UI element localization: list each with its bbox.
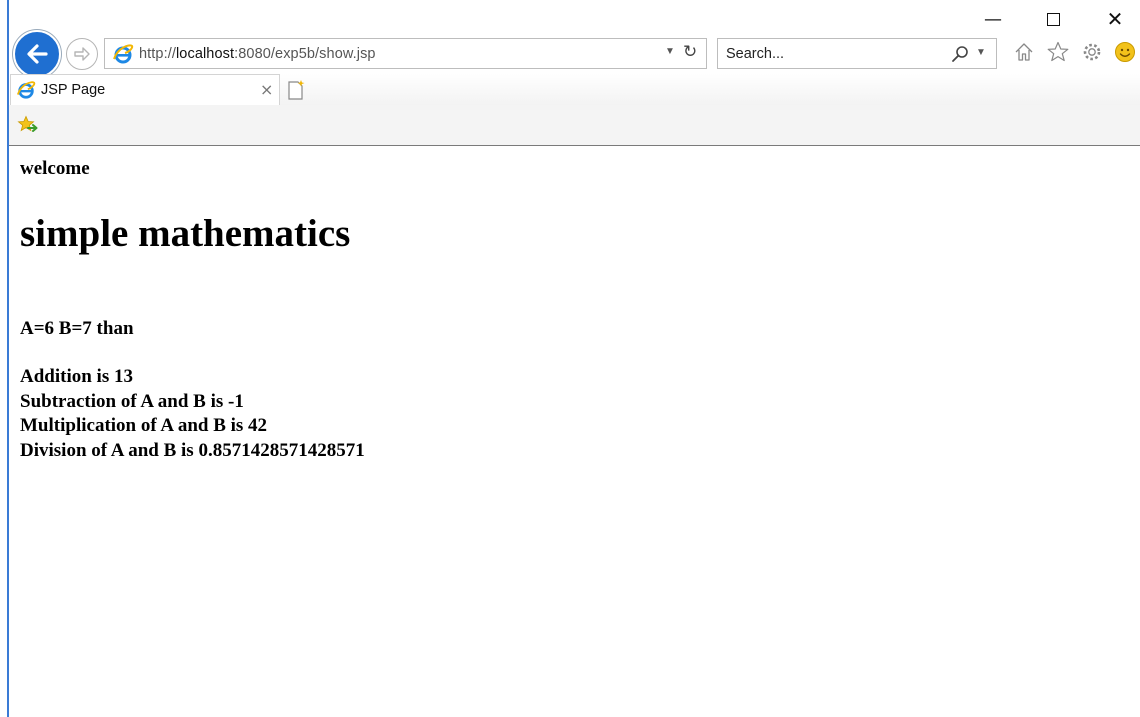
feedback-button[interactable]	[1113, 40, 1137, 64]
favorites-button[interactable]	[1046, 40, 1070, 64]
multiplication-result: Multiplication of A and B is 42	[20, 415, 268, 436]
maximize-button[interactable]	[1038, 6, 1068, 32]
welcome-text: welcome	[20, 158, 90, 179]
tab-strip	[280, 74, 1140, 105]
subtraction-result: Subtraction of A and B is -1	[20, 390, 244, 412]
favorites-bar	[9, 105, 1140, 146]
settings-button[interactable]	[1080, 40, 1104, 64]
back-button[interactable]	[13, 30, 61, 78]
search-box[interactable]: ▼	[717, 38, 997, 69]
tab-close-icon[interactable]: ×	[260, 80, 273, 99]
address-url: http://localhost:8080/exp5b/show.jsp	[139, 45, 376, 62]
forward-button[interactable]	[66, 38, 98, 70]
gear-icon	[1083, 43, 1101, 61]
ie-icon	[113, 43, 134, 63]
minimize-icon: —	[984, 8, 1002, 30]
minimize-button[interactable]: —	[978, 6, 1008, 32]
back-icon	[27, 44, 48, 64]
search-dropdown-icon[interactable]: ▼	[976, 47, 986, 58]
close-window-button[interactable]: ✕	[1100, 6, 1130, 32]
refresh-icon[interactable]: ↻	[683, 42, 697, 62]
tab-jsp-page[interactable]: JSP Page ×	[10, 74, 280, 105]
maximize-icon	[1046, 12, 1060, 26]
add-to-favorites-bar-icon[interactable]	[17, 115, 39, 135]
ie-icon	[16, 81, 36, 99]
new-tab-button[interactable]	[284, 78, 308, 102]
division-result: Division of A and B is 0.857142857142857…	[20, 439, 365, 461]
new-tab-icon	[288, 80, 305, 100]
page-title: simple mathematics	[20, 212, 351, 255]
smiley-icon	[1115, 42, 1135, 62]
search-input[interactable]	[726, 44, 946, 64]
close-icon: ✕	[1106, 7, 1124, 31]
search-icon[interactable]	[950, 44, 970, 64]
values-line: A=6 B=7 than	[20, 318, 134, 339]
home-button[interactable]	[1012, 40, 1036, 64]
favorites-star-icon	[1047, 41, 1069, 62]
forward-icon	[74, 47, 90, 61]
results-list: Addition is 13 Subtraction of A and B is…	[20, 365, 365, 463]
address-bar[interactable]: http://localhost:8080/exp5b/show.jsp ▼ ↻	[104, 38, 707, 69]
home-icon	[1015, 43, 1033, 61]
address-dropdown-icon[interactable]: ▼	[665, 46, 675, 57]
addition-result: Addition is 13	[20, 366, 133, 387]
tab-label: JSP Page	[41, 82, 106, 98]
